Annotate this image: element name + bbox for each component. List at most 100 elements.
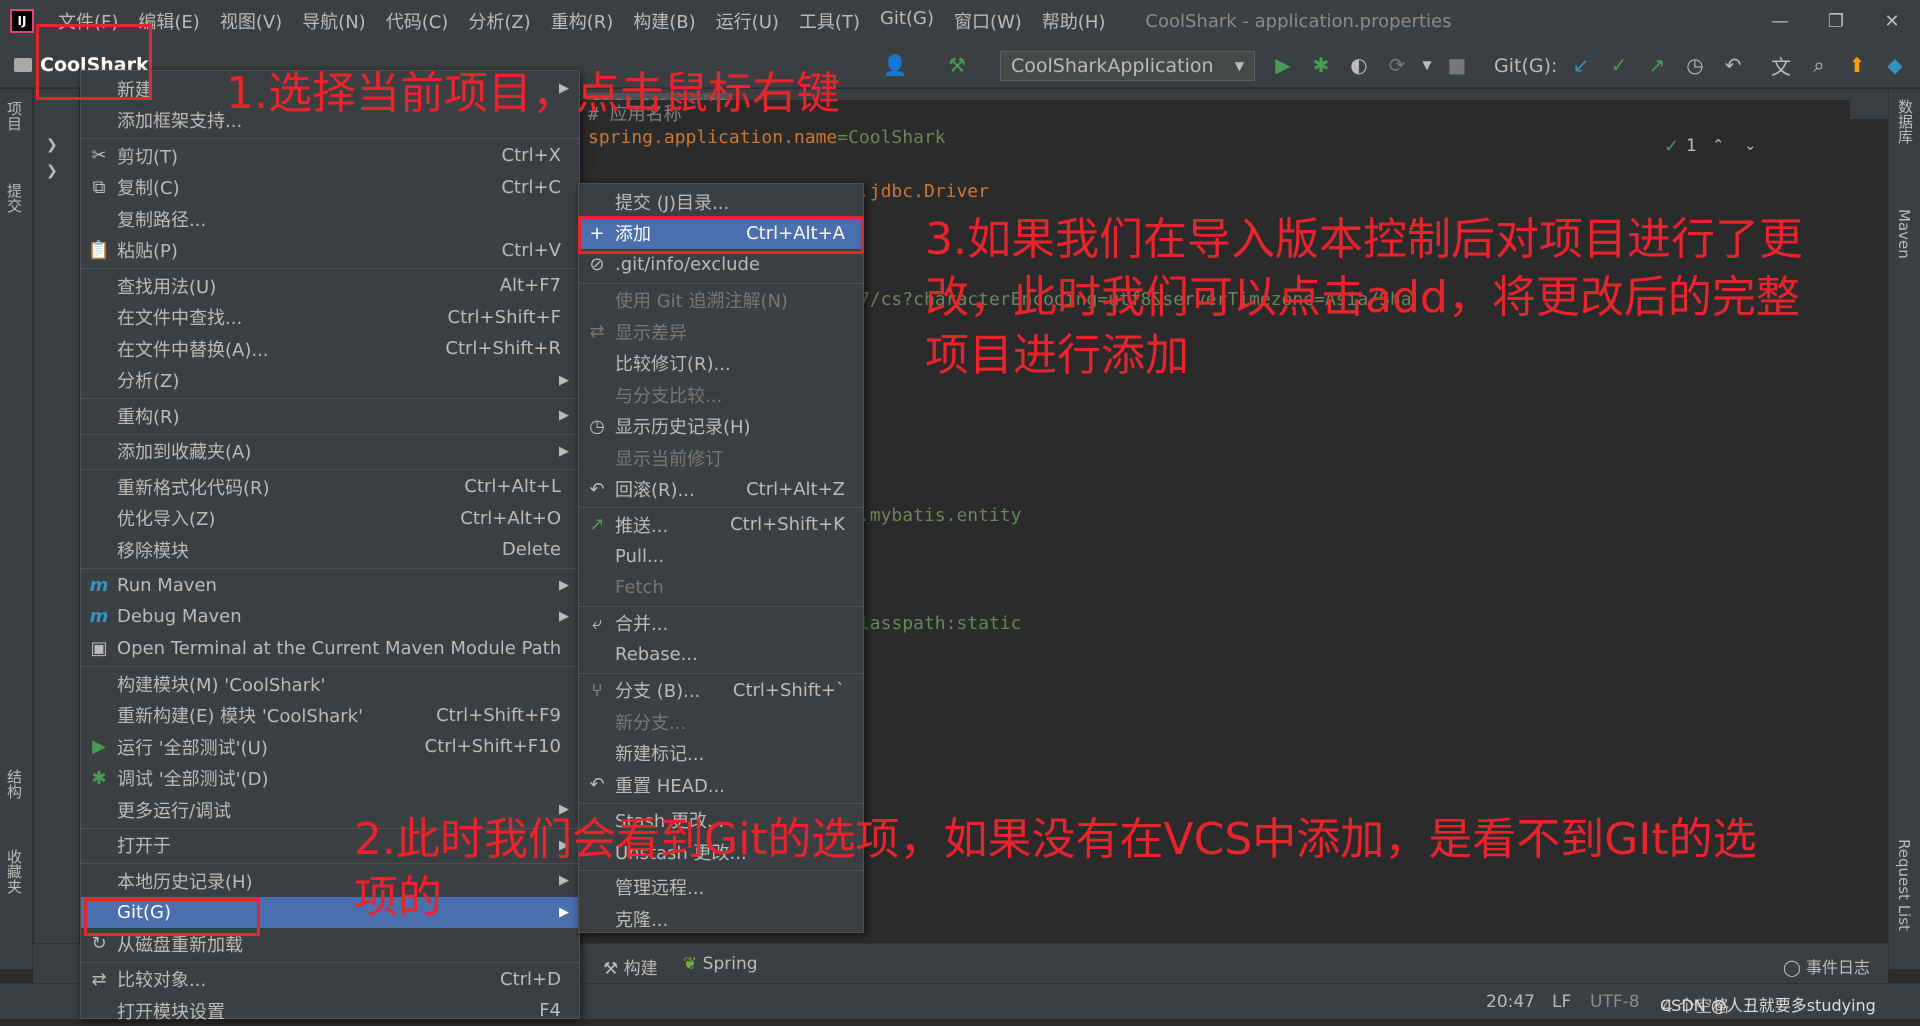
menu-item[interactable]: ⤶ 合并...: [579, 608, 863, 639]
menu-item-label: Debug Maven: [117, 606, 242, 627]
menu-item[interactable]: ✂ 剪切(T) Ctrl+X: [81, 140, 579, 171]
menu-item[interactable]: Pull...: [579, 541, 863, 572]
git-label: Git(G):: [1494, 55, 1558, 77]
search-icon[interactable]: ⌕: [1804, 50, 1834, 80]
event-log-tab[interactable]: ◯ 事件日志: [1783, 954, 1870, 978]
menu-item[interactable]: 分析(Z) ▶: [81, 365, 579, 396]
menu-item-label: 复制(C): [117, 178, 180, 199]
menu-item-shortcut: Ctrl+Shift+F: [447, 306, 561, 328]
menu-item[interactable]: 打开模块设置 F4: [81, 995, 579, 1026]
annotation-step-3-line-2: 改，此时我们可以点击add，将更改后的完整: [925, 272, 1800, 323]
git-update-icon[interactable]: ↙: [1566, 50, 1596, 80]
menu-item[interactable]: 本地历史记录(H) ▶: [81, 865, 579, 896]
menu-item-shortcut: Ctrl+X: [501, 145, 561, 166]
user-icon[interactable]: 👤: [880, 50, 910, 80]
menu-item[interactable]: m Run Maven ▶: [81, 570, 579, 601]
line-separator[interactable]: LF: [1552, 992, 1571, 1012]
file-encoding[interactable]: UTF-8: [1590, 992, 1640, 1012]
menu-item[interactable]: ▣ Open Terminal at the Current Maven Modu…: [81, 633, 579, 664]
close-button[interactable]: ✕: [1864, 0, 1920, 42]
submenu-arrow-icon: ▶: [559, 577, 569, 593]
menu-item-icon: ▶: [92, 736, 106, 757]
debug-icon[interactable]: ✱: [1306, 50, 1336, 80]
menu-item[interactable]: 重构(R) ▶: [81, 400, 579, 431]
menu-item[interactable]: 在文件中查找... Ctrl+Shift+F: [81, 302, 579, 333]
restore-button[interactable]: ❐: [1808, 0, 1864, 42]
spring-tool-tab[interactable]: ❦ Spring: [683, 954, 758, 974]
stop-icon[interactable]: ■: [1442, 50, 1472, 80]
menu-item[interactable]: 提交 (J)目录...: [579, 186, 863, 217]
more-run-icon[interactable]: ▼: [1412, 50, 1442, 80]
run-config-select[interactable]: CoolSharkApplication ▼: [1000, 51, 1255, 81]
caret-position[interactable]: 20:47: [1486, 992, 1535, 1012]
history-icon[interactable]: ◷: [1680, 50, 1710, 80]
menu-item[interactable]: 构建(B): [623, 8, 705, 34]
tree-expand-icon[interactable]: ❯: [46, 137, 58, 153]
menu-item-label: 在文件中替换(A)...: [117, 339, 269, 361]
menu-item[interactable]: 在文件中替换(A)... Ctrl+Shift+R: [81, 333, 579, 364]
menu-item[interactable]: 帮助(H): [1032, 8, 1116, 34]
menu-item[interactable]: Git(G): [870, 8, 944, 34]
menu-item-shortcut: Ctrl+Alt+Z: [746, 478, 845, 500]
run-icon[interactable]: ▶: [1268, 50, 1298, 80]
menu-item[interactable]: 克隆...: [579, 903, 863, 934]
minimize-button[interactable]: —: [1752, 0, 1808, 42]
menu-item[interactable]: 📋 粘贴(P) Ctrl+V: [81, 235, 579, 266]
project-tool-tab[interactable]: 项目: [4, 101, 25, 131]
coverage-icon[interactable]: ◐: [1344, 50, 1374, 80]
menu-item[interactable]: 重新格式化代码(R) Ctrl+Alt+L: [81, 471, 579, 502]
update-icon[interactable]: ⬆: [1842, 50, 1872, 80]
menu-item[interactable]: ⇄ 比较对象... Ctrl+D: [81, 964, 579, 995]
database-tool-tab[interactable]: 数据库: [1895, 99, 1916, 144]
menu-item[interactable]: 导航(N): [292, 8, 376, 34]
git-commit-icon[interactable]: ✓: [1604, 50, 1634, 80]
menu-item[interactable]: 视图(V): [210, 8, 292, 34]
menu-item[interactable]: 窗口(W): [944, 8, 1032, 34]
profile-icon[interactable]: ⟳: [1382, 50, 1412, 80]
menu-item[interactable]: 比较修订(R)...: [579, 348, 863, 379]
prev-highlight-icon[interactable]: ⌃: [1712, 136, 1725, 154]
menu-item[interactable]: 工具(T): [789, 8, 870, 34]
build-hammer-icon[interactable]: ⚒: [942, 50, 972, 80]
menu-item[interactable]: m Debug Maven ▶: [81, 601, 579, 632]
build-tool-tab[interactable]: ⚒ 构建: [603, 954, 658, 979]
project-panel: ❯ ❯: [34, 89, 79, 969]
favorites-tool-tab[interactable]: 收藏夹: [4, 849, 25, 894]
menu-item-label: 添加框架支持...: [117, 111, 243, 132]
plugin-icon[interactable]: ◆: [1880, 50, 1910, 80]
menu-item[interactable]: 添加到收藏夹(A) ▶: [81, 436, 579, 467]
next-highlight-icon[interactable]: ⌄: [1744, 136, 1757, 154]
commit-tool-tab[interactable]: 提交: [4, 183, 25, 213]
menu-item[interactable]: ↗ 推送... Ctrl+Shift+K: [579, 509, 863, 540]
rollback-icon[interactable]: ↶: [1718, 50, 1748, 80]
menu-item[interactable]: 移除模块 Delete: [81, 534, 579, 565]
menu-item[interactable]: ↶ 重置 HEAD...: [579, 769, 863, 800]
menu-item[interactable]: 构建模块(M) 'CoolShark': [81, 668, 579, 699]
menu-item[interactable]: ✱ 调试 '全部测试'(D): [81, 763, 579, 794]
menu-item[interactable]: Rebase...: [579, 639, 863, 670]
menu-item[interactable]: 重新构建(E) 模块 'CoolShark' Ctrl+Shift+F9: [81, 700, 579, 731]
tree-expand-icon[interactable]: ❯: [46, 163, 58, 179]
menu-item[interactable]: 新建标记...: [579, 738, 863, 769]
menu-item[interactable]: 分析(Z): [458, 8, 540, 34]
menu-item-icon: ⊘: [589, 254, 605, 275]
structure-tool-tab[interactable]: 结构: [4, 769, 25, 799]
highlight-git-box: [84, 898, 260, 936]
menu-item-label: 重构(R): [117, 406, 180, 428]
request-list-tool-tab[interactable]: Request List: [1895, 839, 1913, 931]
git-push-icon[interactable]: ↗: [1642, 50, 1672, 80]
menu-item[interactable]: 运行(U): [706, 8, 789, 34]
menu-item[interactable]: 管理远程...: [579, 872, 863, 903]
menu-item[interactable]: ↶ 回滚(R)... Ctrl+Alt+Z: [579, 474, 863, 505]
maven-tool-tab[interactable]: Maven: [1895, 209, 1913, 259]
menu-item[interactable]: 代码(C): [376, 8, 459, 34]
menu-item[interactable]: ▶ 运行 '全部测试'(U) Ctrl+Shift+F10: [81, 731, 579, 762]
menu-item[interactable]: ⧉ 复制(C) Ctrl+C: [81, 172, 579, 203]
menu-item[interactable]: ◷ 显示历史记录(H): [579, 411, 863, 442]
menu-item[interactable]: 优化导入(Z) Ctrl+Alt+O: [81, 503, 579, 534]
menu-item[interactable]: 查找用法(U) Alt+F7: [81, 270, 579, 301]
translate-icon[interactable]: 文: [1766, 50, 1796, 80]
menu-item[interactable]: ⑂ 分支 (B)... Ctrl+Shift+`: [579, 675, 863, 706]
menu-item[interactable]: 重构(R): [541, 8, 624, 34]
menu-item[interactable]: 复制路径...: [81, 203, 579, 234]
